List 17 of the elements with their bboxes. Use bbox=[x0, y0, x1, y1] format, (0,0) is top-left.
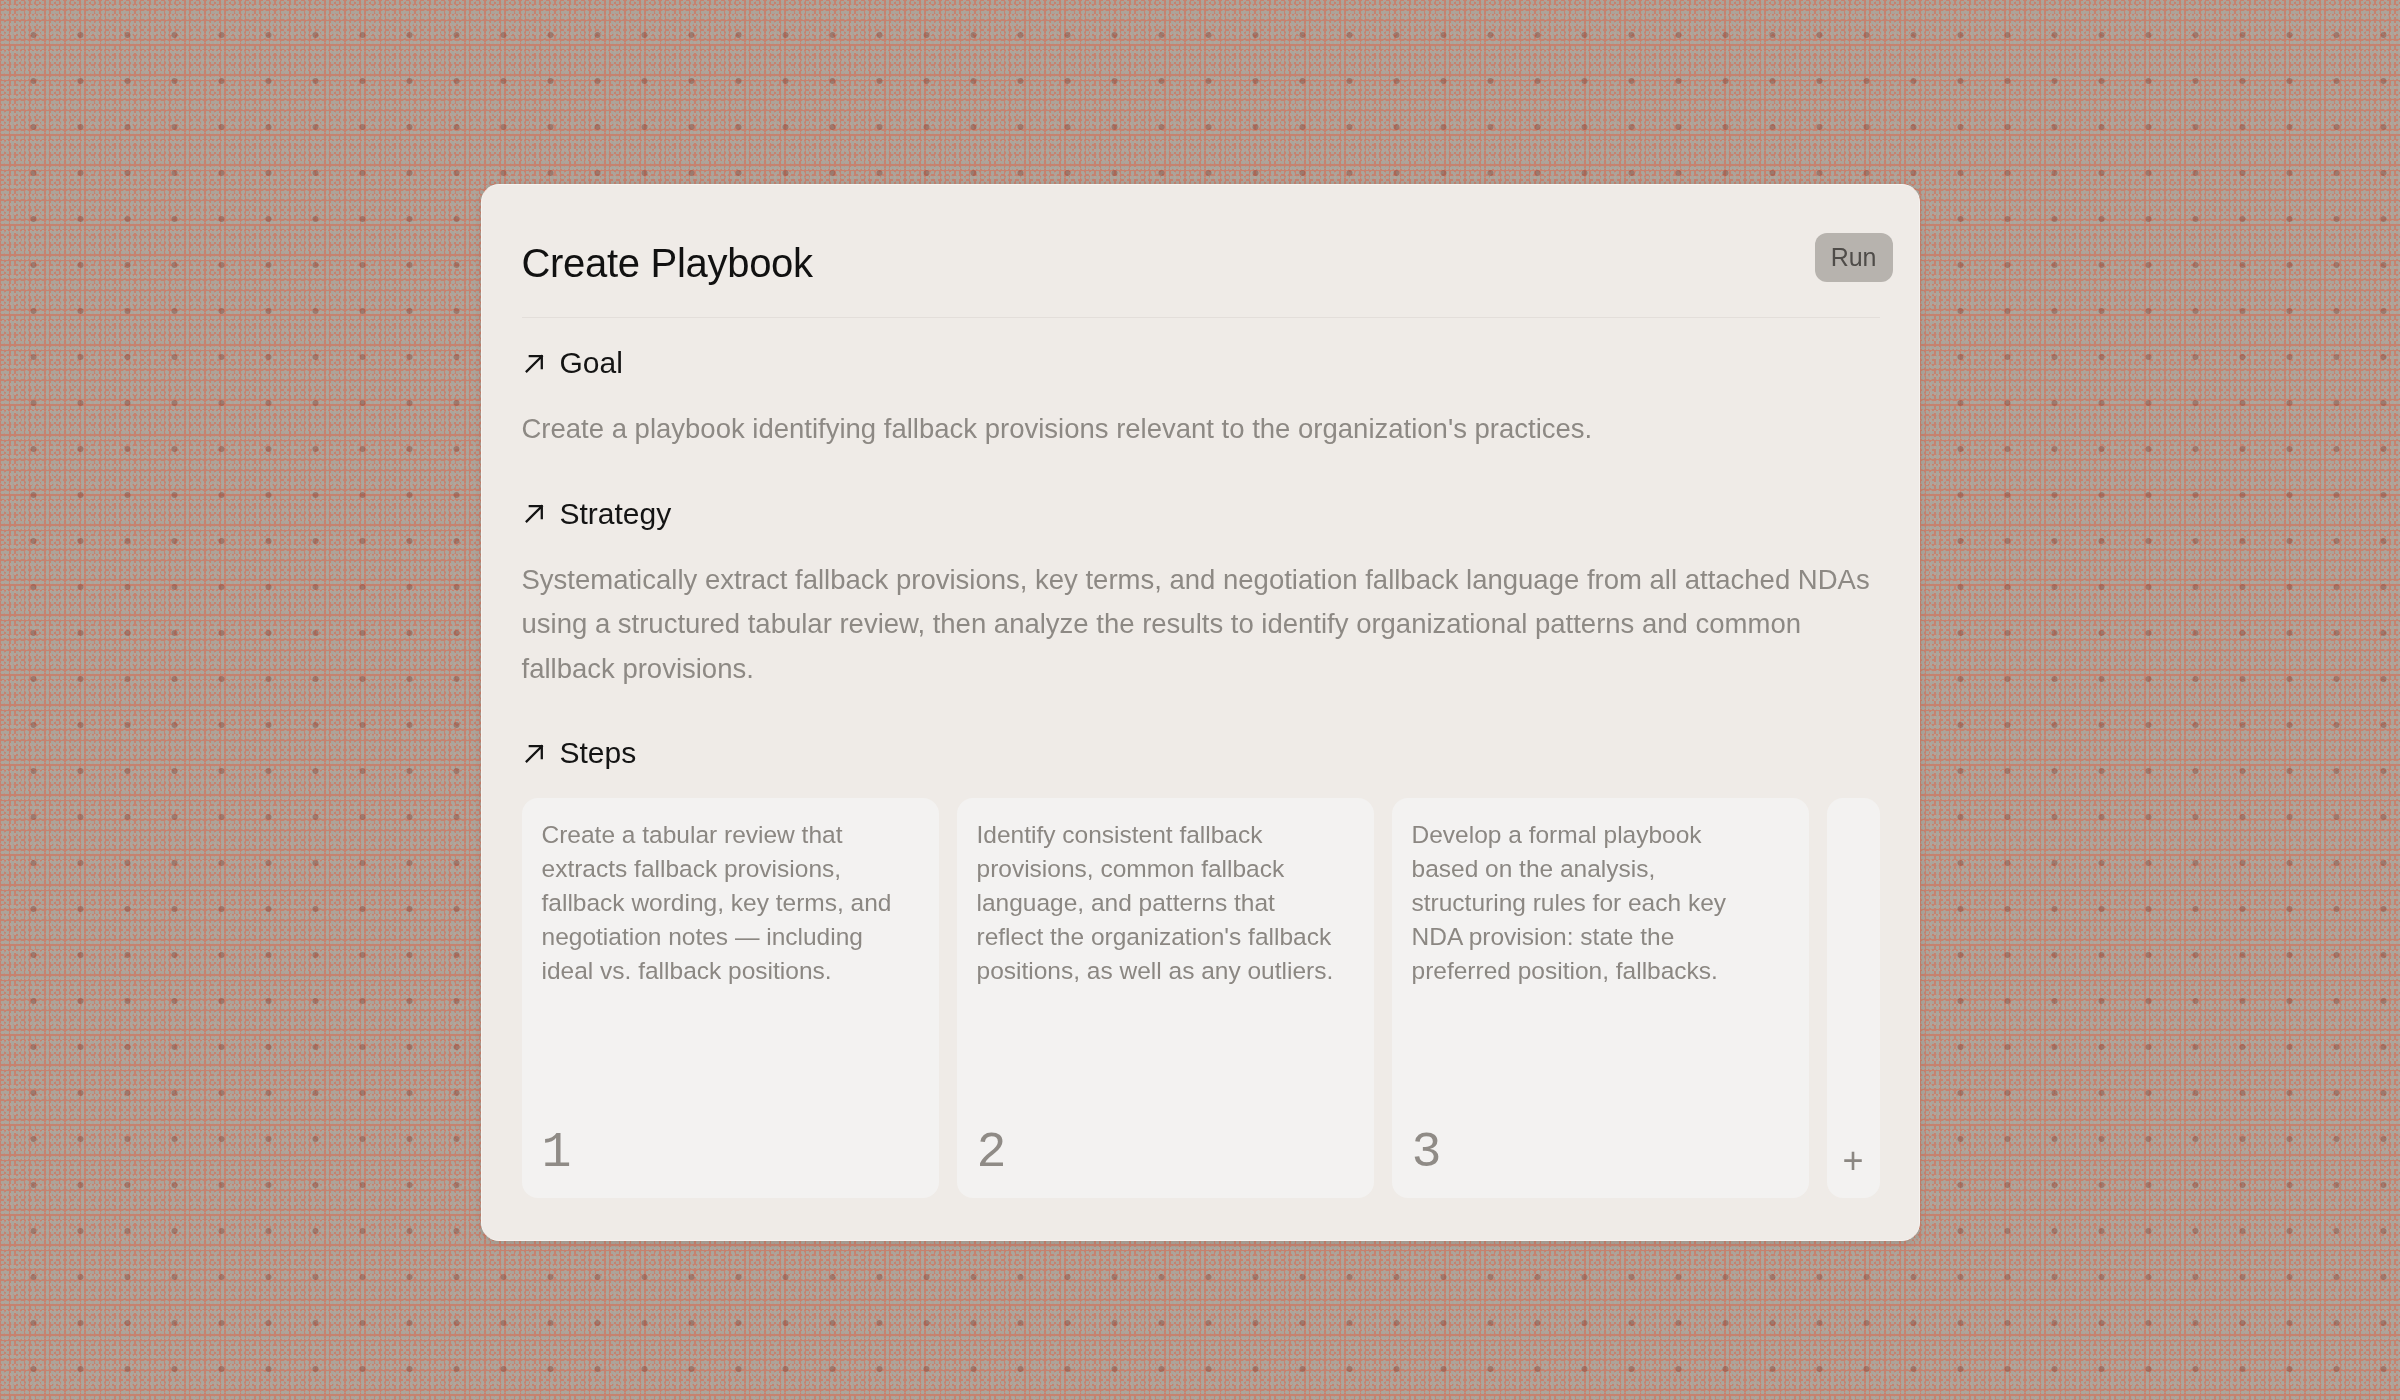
section-heading: Steps bbox=[559, 735, 637, 771]
step-text: Identify consistent fallback provisions, common fallback language, and patterns that reflect the organization's fallback positions, as well as any outliers. bbox=[976, 820, 1335, 986]
step-text: Create a tabular review that extracts fallback provisions, fallback wording, key terms, and negotiation notes — including ideal vs. fallback positions. bbox=[541, 820, 893, 986]
section-text: Systematically extract fallback provisions, key terms, and negotiation fallback language from all attached NDAs using a structured tabular review, then analyze the results to identify organizational patterns and common fallback provisions. bbox=[521, 562, 1871, 686]
step-number: 1 bbox=[541, 1124, 572, 1182]
step-number: 2 bbox=[976, 1124, 1007, 1182]
step-card[interactable]: Create a tabular review that extracts fallback provisions, fallback wording, key terms, and negotiation notes — including ideal vs. fallback positions. 1 bbox=[521, 798, 939, 1198]
section-text: Create a playbook identifying fallback provisions relevant to the organization's practices. bbox=[521, 412, 1594, 446]
section-heading: Goal bbox=[559, 345, 623, 381]
step-text: Develop a formal playbook based on the analysis, structuring rules for each key NDA provision: state the preferred position, fallbacks. bbox=[1411, 820, 1728, 986]
add-step-button[interactable]: + bbox=[1826, 798, 1880, 1198]
step-number: 3 bbox=[1411, 1124, 1442, 1182]
section-heading: Strategy bbox=[559, 495, 672, 532]
step-card[interactable]: Identify consistent fallback provisions, common fallback language, and patterns that reflect the organization's fallback positions, as well as any outliers. 2 bbox=[956, 798, 1374, 1198]
run-button[interactable]: Run bbox=[1814, 233, 1893, 282]
step-card[interactable]: Develop a formal playbook based on the analysis, structuring rules for each key NDA provision: state the preferred position, fallbacks. 3 bbox=[1391, 798, 1809, 1198]
dialog-title: Create Playbook bbox=[521, 240, 813, 287]
